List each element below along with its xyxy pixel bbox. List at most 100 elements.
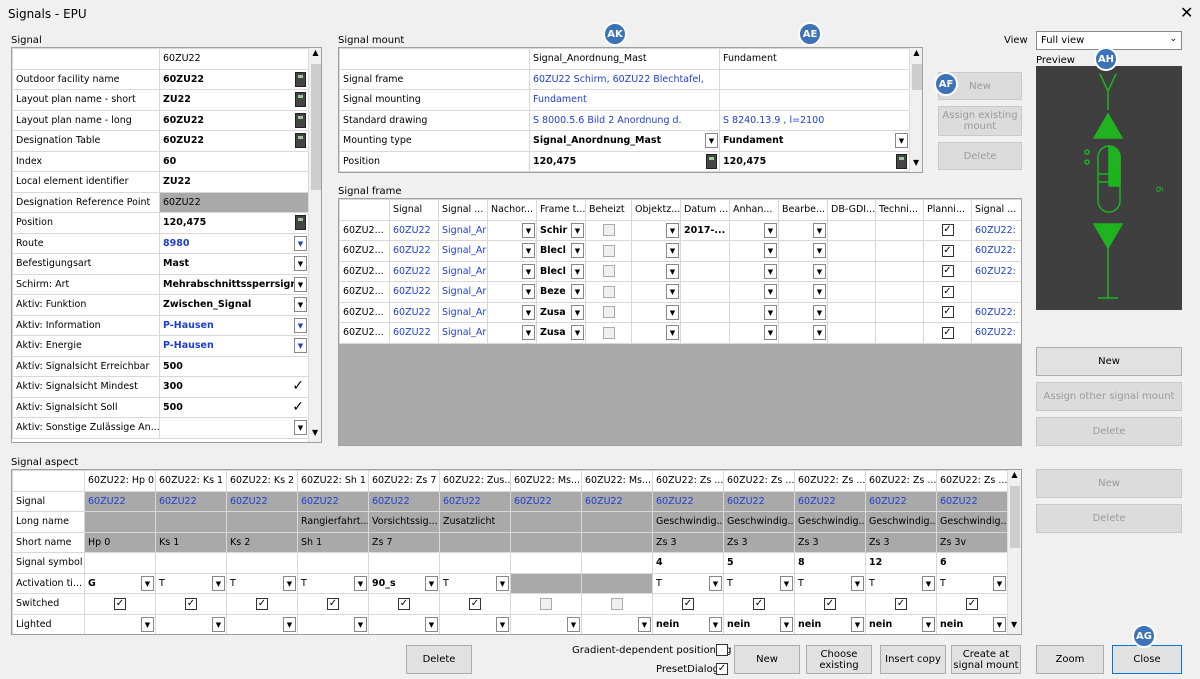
aspect-signal-cell[interactable]: 60ZU22	[155, 490, 227, 512]
dropdown-arrow-icon[interactable]: ▼	[496, 575, 509, 591]
aspect-signal-cell[interactable]: 60ZU22	[581, 490, 653, 512]
dropdown-arrow-icon[interactable]: ▼	[666, 222, 679, 238]
frame-datum-cell[interactable]	[680, 322, 730, 344]
aspect-long-name-cell[interactable]	[84, 511, 156, 533]
aspect-switched-cell[interactable]: ✓	[652, 593, 724, 615]
aspect-signal-cell[interactable]: 60ZU22	[794, 490, 866, 512]
aspect-lighted-cell[interactable]: ▼	[84, 613, 156, 634]
frame-dbgdi-cell[interactable]	[827, 281, 876, 303]
signal-row-value[interactable]: 60	[159, 150, 309, 172]
aspect-col-header[interactable]: 60ZU22: Zs ...	[865, 470, 937, 492]
beheizt-checkbox[interactable]	[602, 326, 615, 339]
frame-signal-mount-cell[interactable]: Signal_Ar	[438, 281, 488, 303]
aspect-symbol-cell[interactable]	[155, 552, 227, 574]
aspect-symbol-cell[interactable]: 12	[865, 552, 937, 574]
aspect-short-name-cell[interactable]: Zs 3	[652, 531, 724, 553]
dropdown-arrow-icon[interactable]: ▼	[571, 263, 584, 279]
dropdown-arrow-icon[interactable]: ▼	[813, 263, 826, 279]
frame-dropdown-cell[interactable]: Schir ▼	[536, 219, 586, 241]
aspect-col-header[interactable]: 60ZU22: Zs 7	[368, 470, 440, 492]
planning-checkbox[interactable]: ✓	[941, 326, 954, 339]
dropdown-arrow-icon[interactable]: ▼	[813, 222, 826, 238]
frame-dropdown-cell[interactable]: ▼	[729, 301, 779, 323]
dropdown-arrow-icon[interactable]: ▼	[522, 222, 535, 238]
aspect-long-name-cell[interactable]: Rangierfahrt...	[297, 511, 369, 533]
dropdown-arrow-icon[interactable]: ▼	[294, 256, 307, 271]
gradient-checkbox[interactable]	[716, 644, 728, 656]
switched-checkbox[interactable]: ✓	[753, 597, 765, 610]
frame-dropdown-cell[interactable]: ▼	[729, 240, 779, 262]
aspect-symbol-cell[interactable]	[581, 552, 653, 574]
signal-row-value[interactable]: ZU22	[159, 171, 309, 193]
frame-col-header[interactable]: Beheizt	[585, 199, 632, 221]
dropdown-arrow-icon[interactable]: ▼	[922, 616, 935, 632]
frame-dropdown-cell[interactable]: ▼	[631, 281, 681, 303]
dropdown-arrow-icon[interactable]: ▼	[851, 616, 864, 632]
calculator-icon[interactable]	[295, 133, 306, 148]
frame-col-header[interactable]: Signal ...	[438, 199, 488, 221]
mount-delete-button[interactable]: Delete	[938, 142, 1022, 170]
frame-signal-cell[interactable]: 60ZU22	[389, 322, 439, 344]
scroll-up-icon[interactable]: ▲	[1008, 470, 1021, 479]
checkmark-icon[interactable]: ✓	[292, 399, 304, 415]
signal-scrollbar[interactable]: ▲ ▼	[308, 48, 321, 442]
frame-dropdown-cell[interactable]: ▼	[778, 322, 828, 344]
dropdown-arrow-icon[interactable]: ▼	[141, 616, 154, 632]
aspect-lighted-cell[interactable]: ▼	[581, 613, 653, 634]
frame-dropdown-cell[interactable]: ▼	[729, 260, 779, 282]
mount-cell[interactable]: 60ZU22 Schirm, 60ZU22 Blechtafel,	[529, 68, 720, 90]
frame-dbgdi-cell[interactable]	[827, 322, 876, 344]
aspect-new-button[interactable]: New	[1036, 469, 1182, 498]
aspect-short-name-cell[interactable]: Zs 7	[368, 531, 440, 553]
dropdown-arrow-icon[interactable]: ▼	[764, 284, 777, 299]
aspect-activation-cell[interactable]	[510, 572, 582, 594]
aspect-lighted-cell[interactable]: ▼	[226, 613, 298, 634]
frame-planning-cell[interactable]: ✓	[923, 301, 972, 323]
mount-cell[interactable]: S 8240.13.9 , l=2100	[719, 109, 910, 131]
dropdown-arrow-icon[interactable]: ▼	[666, 284, 679, 299]
aspect-col-header[interactable]: 60ZU22: Zs ...	[723, 470, 795, 492]
frame-col-header[interactable]: Bearbe...	[778, 199, 828, 221]
aspect-lighted-cell[interactable]: ▼	[439, 613, 511, 634]
aspect-switched-cell[interactable]: ✓	[84, 593, 156, 615]
scroll-up-icon[interactable]: ▲	[910, 48, 922, 57]
frame-planning-cell[interactable]: ✓	[923, 281, 972, 303]
scroll-thumb[interactable]	[912, 64, 922, 90]
frame-dropdown-cell[interactable]: ▼	[778, 281, 828, 303]
frame-dbgdi-cell[interactable]	[827, 240, 876, 262]
aspect-long-name-cell[interactable]: Geschwindig...	[865, 511, 937, 533]
frame-signal-ref-cell[interactable]: 60ZU22:	[971, 240, 1021, 262]
signal-row-value[interactable]: 60ZU22	[159, 68, 309, 90]
frame-dropdown-cell[interactable]: ▼	[729, 322, 779, 344]
frame-dbgdi-cell[interactable]	[827, 260, 876, 282]
aspect-signal-cell[interactable]: 60ZU22	[652, 490, 724, 512]
dropdown-arrow-icon[interactable]: ▼	[895, 133, 908, 148]
frame-dropdown-cell[interactable]: ▼	[631, 219, 681, 241]
aspect-col-header[interactable]: 60ZU22: Zs ...	[936, 470, 1008, 492]
dropdown-arrow-icon[interactable]: ▼	[666, 243, 679, 258]
aspect-long-name-cell[interactable]: Vorsichtssig...	[368, 511, 440, 533]
dropdown-arrow-icon[interactable]: ▼	[522, 263, 535, 279]
signal-row-value[interactable]: ▼	[159, 417, 309, 439]
aspect-activation-cell[interactable]: T ▼	[865, 572, 937, 594]
switched-checkbox[interactable]: ✓	[469, 597, 481, 610]
calculator-icon[interactable]	[295, 215, 306, 230]
aspect-lighted-cell[interactable]: nein ▼	[865, 613, 937, 634]
dropdown-arrow-icon[interactable]: ▼	[851, 575, 864, 591]
frame-col-header[interactable]: Anhan...	[729, 199, 779, 221]
signal-row-value[interactable]: 8980 ▼	[159, 232, 309, 254]
aspect-symbol-cell[interactable]	[84, 552, 156, 574]
aspect-activation-cell[interactable]: T ▼	[652, 572, 724, 594]
aspect-activation-cell[interactable]: T ▼	[297, 572, 369, 594]
aspect-short-name-cell[interactable]: Ks 2	[226, 531, 298, 553]
dropdown-arrow-icon[interactable]: ▼	[294, 317, 307, 333]
switched-checkbox[interactable]: ✓	[895, 597, 907, 610]
switched-checkbox[interactable]: ✓	[824, 597, 836, 610]
frame-dropdown-cell[interactable]: Zusa ▼	[536, 301, 586, 323]
frame-row[interactable]: 60ZU2... 60ZU22 Signal_Ar ▼ Blecl ▼ ▼ ▼ ▼ ✓ 60ZU22…	[339, 260, 1021, 282]
switched-checkbox[interactable]	[611, 597, 623, 610]
scroll-thumb[interactable]	[1010, 486, 1020, 548]
dropdown-arrow-icon[interactable]: ▼	[764, 304, 777, 320]
calculator-icon[interactable]	[295, 92, 306, 107]
checkmark-icon[interactable]: ✓	[292, 378, 304, 394]
